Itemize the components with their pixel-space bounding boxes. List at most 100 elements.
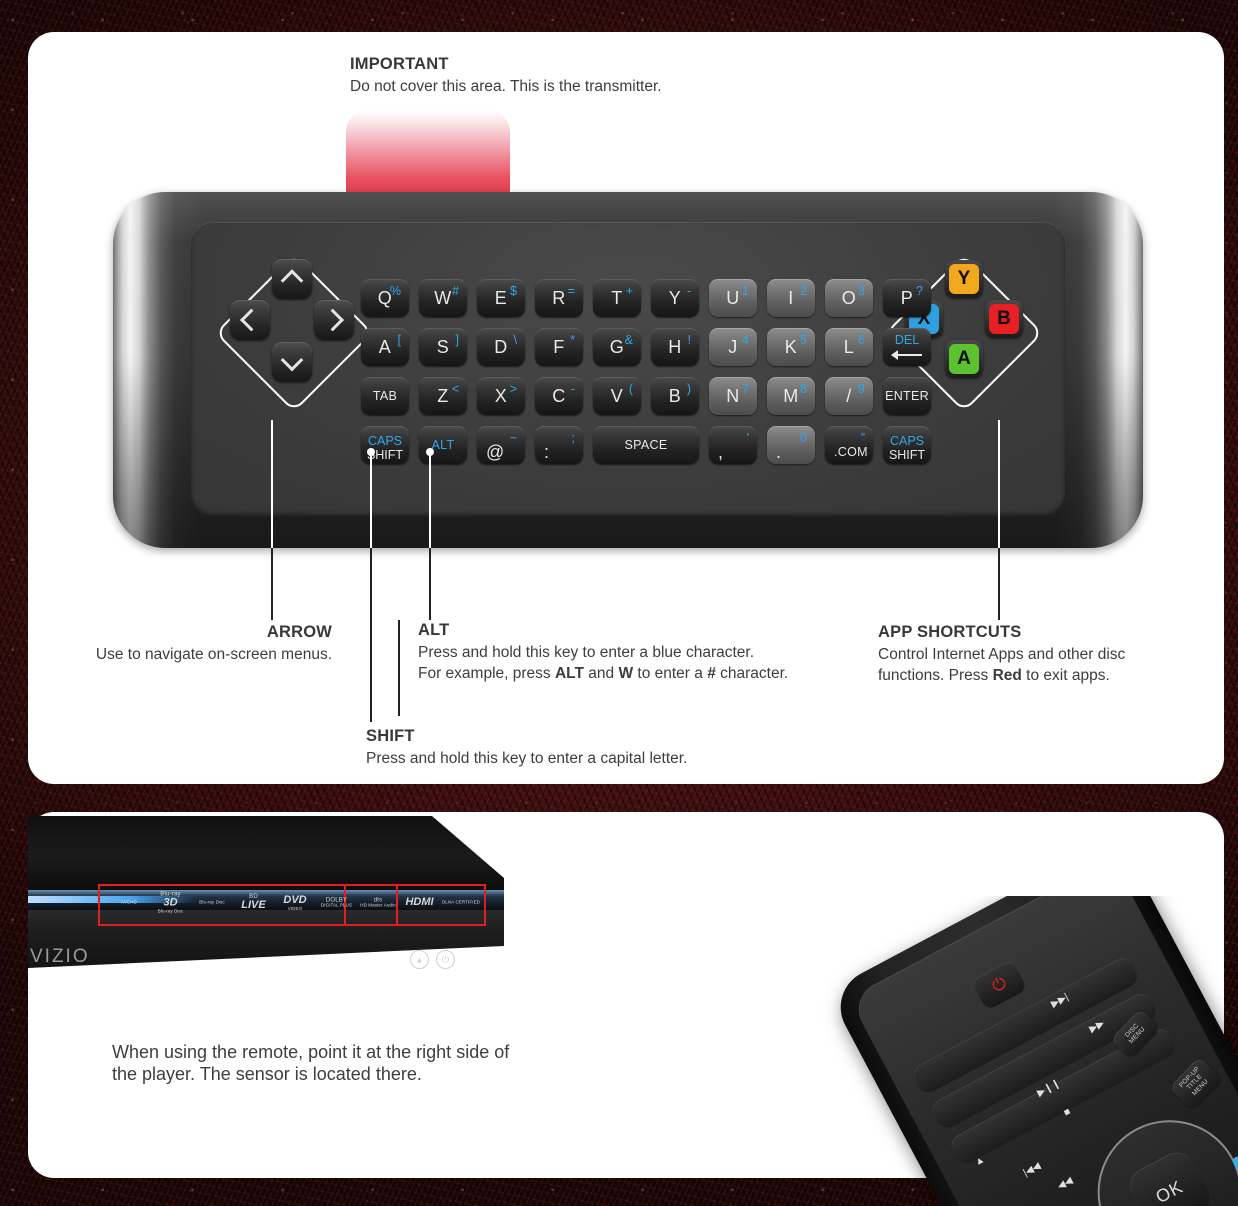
bd-live-logo: BD LIVE [233, 894, 275, 912]
remote-ok-button[interactable]: OK [1123, 1146, 1216, 1206]
key-alt-label: 3 [858, 284, 865, 298]
key-s-r1c1[interactable]: S] [419, 328, 467, 366]
alt-callout-l2g: character. [715, 664, 789, 682]
alt-callout-l2c: and [583, 664, 619, 682]
key-main-label: D [494, 337, 508, 357]
remote-power-button[interactable]: ⏻ [971, 959, 1028, 1011]
key-o-r0c8[interactable]: O3 [825, 279, 873, 317]
alt-callout-line1: Press and hold this key to enter a blue … [418, 643, 755, 661]
key-alt-label: * [570, 333, 575, 347]
key-del-r1c9[interactable]: DEL [883, 328, 931, 366]
blu-ray-disc-logo: Blu-ray Disc [191, 900, 233, 906]
key-i-r0c7[interactable]: I2 [767, 279, 815, 317]
key-main-label: M [783, 386, 799, 406]
alt-callout-l2f: # [707, 664, 716, 682]
arrow-callout-line-white [271, 420, 273, 548]
key-alt-label: ~ [509, 431, 517, 445]
key-e-r0c2[interactable]: E $ [477, 279, 525, 317]
hdmi-logo: HDMI [399, 897, 441, 909]
key-space-r3c4[interactable]: SPACE [593, 426, 699, 464]
key-n-r2c6[interactable]: N7 [709, 377, 757, 415]
key-b-r2c5[interactable]: B) [651, 377, 699, 415]
key-x-r2c2[interactable]: X > [477, 377, 525, 415]
key-a-r1c0[interactable]: A[ [361, 328, 409, 366]
key-main-label: TAB [372, 388, 398, 403]
logo-line-c: Blu-ray Disc [157, 908, 184, 914]
key-punct-r2c8[interactable]: /9 [825, 377, 873, 415]
key-p-r0c9[interactable]: P? [883, 279, 931, 317]
app-shortcut-y-button[interactable]: Y [945, 260, 983, 298]
arrow-down-key[interactable] [272, 342, 312, 382]
key-main-label: T [611, 288, 623, 308]
key-main-label: G [609, 337, 625, 357]
alt-callout-heading: ALT [418, 621, 450, 639]
important-heading: IMPORTANT [350, 55, 449, 73]
keyboard-remote-illustration: Y X B A Q% W # E $ R = T + Y - U 1 I 2 O 3 P? A[S] D \ F * G & H!… [113, 192, 1143, 548]
bottom-caption: When using the remote, point it at the r… [112, 1042, 510, 1084]
logo-line-c: DIGITAL PLUS [320, 902, 353, 908]
key-z-r2c1[interactable]: Z < [419, 377, 467, 415]
alt-callout-l2e: to enter a [633, 664, 708, 682]
key-w-r0c1[interactable]: W # [419, 279, 467, 317]
key-alt-label: ( [628, 382, 633, 396]
power-icon: ⏻ [436, 950, 455, 969]
player-top-surface [28, 816, 504, 890]
app-shortcuts-callout-line-white [998, 420, 1000, 548]
arrow-left-key[interactable] [230, 300, 270, 340]
key-enter-r2c9[interactable]: ENTER [883, 377, 931, 415]
key-caps-shift-r3c0[interactable]: CAPS SHIFT [361, 426, 409, 464]
key-del-label: DEL [894, 333, 920, 347]
key-d-r1c2[interactable]: D \ [477, 328, 525, 366]
key-main-label: F [553, 337, 565, 357]
key-main-label: / [846, 386, 852, 406]
key-punct-r3c5[interactable]: , ' [709, 426, 757, 464]
app-shortcut-b-button[interactable]: B [985, 300, 1023, 338]
key-alt-label: - [686, 284, 691, 298]
key-com-r3c7[interactable]: .COM” [825, 426, 873, 464]
alt-callout-l2b: ALT [554, 664, 584, 682]
key-k-r1c7[interactable]: K5 [767, 328, 815, 366]
remote-dpad-ring: OK [1072, 1094, 1238, 1206]
key-alt-label: ? [916, 284, 923, 298]
key-v-r2c4[interactable]: V( [593, 377, 641, 415]
key-main-label: Q [377, 288, 393, 308]
key-main-label: Z [437, 386, 449, 406]
key-q-r0c0[interactable]: Q% [361, 279, 409, 317]
key-h-r1c5[interactable]: H! [651, 328, 699, 366]
arrow-right-key[interactable] [314, 300, 354, 340]
key-caps-shift-r3c8[interactable]: CAPS SHIFT [883, 426, 931, 464]
key-m-r2c7[interactable]: M8 [767, 377, 815, 415]
key-main-label: SPACE [624, 437, 668, 452]
key-punct-r3c2[interactable]: @ ~ [477, 426, 525, 464]
key-tab-r2c0[interactable]: TAB [361, 377, 409, 415]
key-r-r0c3[interactable]: R = [535, 279, 583, 317]
key-alt-label: + [625, 284, 633, 298]
key-t-r0c4[interactable]: T + [593, 279, 641, 317]
key-caps-label: CAPS [889, 434, 925, 448]
key-alt-r3c1[interactable]: ALT [419, 426, 467, 464]
key-main-label: : [544, 441, 550, 462]
key-main-label: W [434, 288, 452, 308]
key-punct-r3c6[interactable]: .0 [767, 426, 815, 464]
key-y-r0c5[interactable]: Y- [651, 279, 699, 317]
key-main-label: K [784, 337, 798, 357]
key-alt-label: & [624, 333, 633, 347]
key-u-r0c6[interactable]: U1 [709, 279, 757, 317]
key-alt-label: 5 [800, 333, 807, 347]
key-shift-label: SHIFT [888, 448, 926, 462]
dvd-video-logo: DVD VIDEO [274, 894, 316, 911]
arrow-up-key[interactable] [272, 259, 312, 299]
key-g-r1c4[interactable]: G & [593, 328, 641, 366]
logo-line-c: DLNA CERTIFIED [441, 899, 481, 905]
arrow-callout-line [271, 548, 273, 620]
key-j-r1c6[interactable]: J4 [709, 328, 757, 366]
key-f-r1c3[interactable]: F * [535, 328, 583, 366]
app-shortcut-a-button[interactable]: A [945, 340, 983, 378]
key-alt-label: ” [860, 431, 865, 445]
key-c-r2c3[interactable]: C- [535, 377, 583, 415]
alt-callout-l2a: For example, press [418, 664, 555, 682]
alt-callout-line-white [429, 452, 431, 548]
key-punct-r3c3[interactable]: :; [535, 426, 583, 464]
key-l-r1c8[interactable]: L6 [825, 328, 873, 366]
key-alt-label: \ [513, 333, 517, 347]
